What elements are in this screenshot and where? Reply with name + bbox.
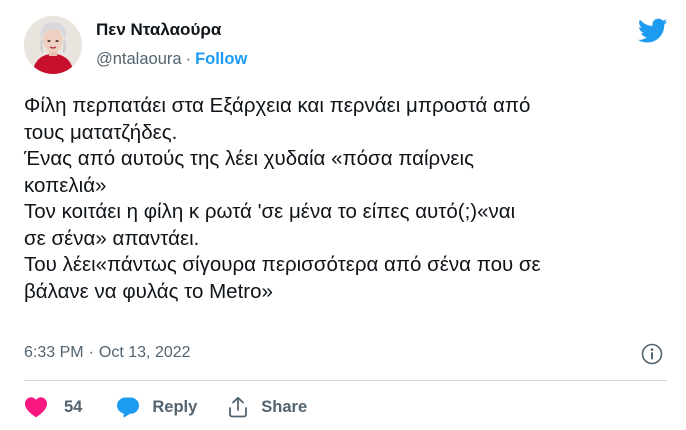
share-button[interactable]: Share	[227, 396, 307, 418]
like-count: 54	[64, 397, 83, 416]
twitter-bird-icon[interactable]	[637, 18, 668, 44]
meta-separator: ·	[88, 344, 94, 361]
tweet-text-line: Ένας από αυτούς της λέει χυδαία «πόσα πα…	[24, 147, 474, 170]
tweet-embed-card: Πεν Νταλαούρα @ntalaoura · Follow Φίλη περ…	[0, 0, 686, 430]
reply-button[interactable]: Reply	[116, 396, 197, 418]
divider	[24, 380, 667, 381]
author-display-name[interactable]: Πεν Νταλαούρα	[96, 20, 221, 40]
reply-label: Reply	[152, 397, 198, 416]
tweet-text: Φίλη περπατάει στα Εξάρχεια και περνάει …	[24, 93, 664, 305]
tweet-text-line: Του λέει«πάντως σίγουρα περισσότερα από …	[24, 253, 541, 276]
like-button[interactable]: 54	[24, 396, 82, 418]
share-upload-icon	[229, 396, 248, 418]
author-handle-row: @ntalaoura · Follow	[96, 50, 247, 69]
avatar-portrait-icon	[24, 16, 82, 74]
handle-separator: ·	[185, 50, 192, 68]
heart-icon	[25, 397, 47, 418]
tweet-timestamp[interactable]: 6:33 PM · Oct 13, 2022	[24, 344, 191, 362]
share-label: Share	[261, 397, 308, 416]
tweet-text-line: βάλανε να φυλάς το Metro»	[24, 279, 273, 303]
author-handle[interactable]: @ntalaoura	[96, 50, 182, 68]
info-icon[interactable]	[641, 343, 663, 365]
tweet-actions: 54 Reply Share	[24, 394, 307, 420]
tweet-text-line: τους ματατζήδες.	[24, 120, 178, 144]
tweet-time[interactable]: 6:33 PM	[24, 344, 84, 361]
tweet-text-line: Φίλη περπατάει στα Εξάρχεια και περνάει …	[24, 94, 531, 117]
follow-button[interactable]: Follow	[195, 50, 247, 68]
tweet-text-line: σε σένα» απαντάει.	[24, 226, 200, 250]
tweet-text-line: κοπελιά»	[24, 173, 107, 197]
avatar[interactable]	[24, 16, 82, 74]
speech-bubble-icon	[117, 397, 140, 418]
tweet-date[interactable]: Oct 13, 2022	[99, 344, 191, 361]
tweet-text-line: Τον κοιτάει η φίλη κ ρωτά 'σε μένα το εί…	[24, 200, 516, 223]
